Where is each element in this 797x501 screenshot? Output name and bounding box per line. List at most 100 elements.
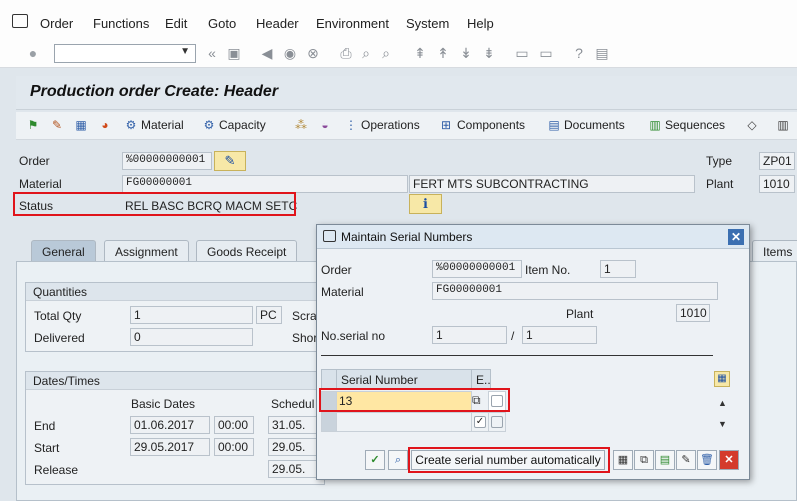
capacity-button[interactable]: Capacity	[219, 118, 266, 132]
chevron-down-icon[interactable]: ▼	[180, 46, 190, 57]
command-field[interactable]: ▼	[54, 44, 196, 63]
components-icon: ⊞	[440, 118, 452, 132]
copy-icon[interactable]: ⧉	[634, 450, 654, 470]
standard-toolbar: ● ▼ « ▣ ◀ ◉ ⊗ ⎙ ⌕ ⌕ ⇞ ↟ ↡ ⇟ ▭ ▭ ? ▤	[0, 40, 797, 68]
prev-page-icon[interactable]: ↟	[435, 45, 451, 61]
tab-items[interactable]: Items	[752, 240, 797, 262]
plant-field: 1010	[759, 175, 795, 193]
menu-environment[interactable]: Environment	[316, 16, 389, 31]
sequences-button[interactable]: Sequences	[665, 118, 725, 132]
shortcut-icon[interactable]: ▭	[538, 45, 554, 61]
serial-input-highlight	[319, 388, 510, 412]
start-time-field[interactable]: 00:00	[214, 438, 254, 456]
find-next-icon[interactable]: ⌕	[378, 45, 394, 61]
plant-label: Plant	[706, 177, 734, 191]
table-icon[interactable]: ▦	[613, 450, 633, 470]
check-icon[interactable]: ✎	[50, 118, 64, 132]
dialog-plant-field: 1010	[676, 304, 710, 322]
material-button[interactable]: Material	[141, 118, 184, 132]
menu-system[interactable]: System	[406, 16, 449, 31]
target-icon[interactable]: ◕	[98, 118, 112, 132]
exit-icon[interactable]: ◉	[282, 45, 298, 61]
save-icon[interactable]: ▣	[226, 45, 242, 61]
tab-general[interactable]: General	[31, 240, 96, 262]
unit-field[interactable]: PC	[256, 306, 282, 324]
hierarchy-icon[interactable]: ⁂	[294, 118, 308, 132]
scroll-up-icon[interactable]: ▲	[718, 398, 727, 408]
status-info-icon[interactable]: ℹ	[409, 194, 442, 214]
cube-icon[interactable]: ◇	[745, 118, 759, 132]
flag-icon[interactable]: ⚑	[26, 118, 40, 132]
find-icon[interactable]: ⌕	[358, 45, 374, 61]
menu-functions[interactable]: Functions	[93, 16, 149, 31]
material-field[interactable]: FG00000001	[122, 175, 408, 193]
menu-bar: Order Functions Edit Goto Header Environ…	[0, 0, 797, 44]
dialog-material-field: FG00000001	[432, 282, 718, 300]
total-qty-field[interactable]: 1	[130, 306, 253, 324]
basic-dates-label: Basic Dates	[131, 397, 196, 411]
row-selector[interactable]	[321, 412, 337, 432]
new-session-icon[interactable]: ▭	[514, 45, 530, 61]
menu-icon[interactable]	[12, 14, 28, 28]
end-date-field[interactable]: 01.06.2017	[130, 416, 210, 434]
dialog-order-field: %00000000001	[432, 260, 522, 278]
serial-number-cell	[336, 412, 472, 432]
enter-icon[interactable]: ●	[25, 45, 41, 61]
dialog-title-bar: Maintain Serial Numbers ✕	[317, 225, 749, 249]
serial-count-separator: /	[511, 329, 515, 343]
col-e[interactable]: E..	[471, 369, 491, 389]
tab-goods-receipt[interactable]: Goods Receipt	[196, 240, 298, 262]
print-icon[interactable]: ⎙	[338, 45, 354, 61]
operations-button[interactable]: Operations	[361, 118, 420, 132]
close-icon[interactable]: ✕	[728, 229, 744, 245]
menu-edit[interactable]: Edit	[165, 16, 187, 31]
end-time-field[interactable]: 00:00	[214, 416, 254, 434]
edit-list-icon[interactable]: ✎	[676, 450, 696, 470]
help-icon[interactable]: ?	[571, 45, 587, 61]
calculator-icon[interactable]: ▦	[74, 118, 88, 132]
type-label: Type	[706, 154, 733, 168]
last-page-icon[interactable]: ⇟	[481, 45, 497, 61]
delete-icon[interactable]: 🗑	[697, 450, 717, 470]
documents-button[interactable]: Documents	[564, 118, 625, 132]
page-title: Production order Create: Header	[30, 83, 279, 100]
row-selector-header[interactable]	[321, 369, 337, 389]
end-label: End	[34, 419, 56, 433]
next-page-icon[interactable]: ↡	[458, 45, 474, 61]
menu-goto[interactable]: Goto	[208, 16, 236, 31]
details-icon[interactable]: ▤	[655, 450, 675, 470]
menu-order[interactable]: Order	[40, 16, 73, 31]
item-no-label: Item No.	[525, 263, 571, 277]
first-page-icon[interactable]: ⇞	[412, 45, 428, 61]
confirm-icon[interactable]: ✓	[365, 450, 385, 470]
sequence-icon[interactable]: ◒	[318, 118, 332, 132]
col-serial-number[interactable]: Serial Number	[336, 369, 472, 389]
components-button[interactable]: Components	[457, 118, 525, 132]
serial-count-label: No.serial no	[321, 329, 386, 343]
layout-icon[interactable]: ▤	[594, 45, 610, 61]
start-date-field[interactable]: 29.05.2017	[130, 438, 210, 456]
back-icon[interactable]: ◀	[259, 45, 275, 61]
double-left-icon: «	[208, 45, 216, 61]
table-settings-icon[interactable]: ▥	[776, 118, 790, 132]
tab-assignment[interactable]: Assignment	[104, 240, 189, 262]
search-icon[interactable]: ⌕	[388, 450, 408, 470]
dialog-plant-label: Plant	[566, 307, 594, 321]
edit-order-icon[interactable]: ✎	[214, 151, 246, 171]
scheduled-label: Schedul	[271, 397, 315, 411]
create-button-highlight	[408, 447, 610, 473]
dialog-title: Maintain Serial Numbers	[341, 230, 473, 244]
cancel-icon[interactable]: ⊗	[305, 45, 321, 61]
menu-help[interactable]: Help	[467, 16, 494, 31]
documents-icon: ▤	[548, 118, 560, 132]
serial-total-field: 1	[522, 326, 597, 344]
menu-header[interactable]: Header	[256, 16, 299, 31]
cancel-icon[interactable]: ✕	[719, 450, 739, 470]
delivered-field: 0	[130, 328, 253, 346]
scroll-down-icon[interactable]: ▼	[718, 419, 727, 429]
order-field[interactable]: %00000000001	[122, 152, 212, 170]
dialog-order-label: Order	[321, 263, 352, 277]
dialog-window-icon	[323, 230, 336, 242]
delivered-label: Delivered	[34, 331, 85, 345]
table-config-icon[interactable]: ▦	[714, 371, 730, 387]
